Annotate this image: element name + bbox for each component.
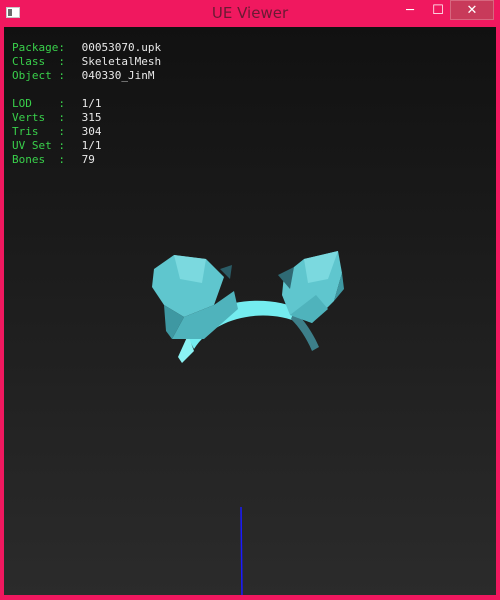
info-value: 1/1 [81,97,102,110]
mesh-info-panel: Package: 00053070.upk Class : SkeletalMe… [12,41,161,167]
info-value: 304 [81,125,102,138]
info-label: Object : [12,69,65,82]
info-verts: Verts : 315 [12,111,161,125]
info-value: 1/1 [81,139,102,152]
info-value: SkeletalMesh [81,55,162,68]
info-label: Bones : [12,153,65,166]
maximize-button[interactable]: ☐ [424,0,452,20]
info-value: 00053070.upk [81,41,162,54]
info-value: 315 [81,111,102,124]
info-label: LOD : [12,97,65,110]
info-label: Verts : [12,111,65,124]
info-uvset: UV Set : 1/1 [12,139,161,153]
minimize-button[interactable]: ─ [396,0,424,20]
info-package: Package: 00053070.upk [12,41,161,55]
info-value: 79 [81,153,95,166]
close-button[interactable]: ✕ [450,0,494,20]
info-value: 040330_JinM [81,69,155,82]
info-label: Tris : [12,125,65,138]
info-label: Class : [12,55,65,68]
info-label: Package: [12,41,65,54]
title-bar[interactable]: UE Viewer ─ ☐ ✕ [0,0,500,26]
info-tris: Tris : 304 [12,125,161,139]
info-bones: Bones : 79 [12,153,161,167]
axis-gizmo [240,507,243,595]
skeletal-mesh-render [152,251,344,363]
info-lod: LOD : 1/1 [12,97,161,111]
info-class: Class : SkeletalMesh [12,55,161,69]
app-window: UE Viewer ─ ☐ ✕ Package: 00053070.upk Cl… [0,0,500,600]
info-object: Object : 040330_JinM [12,69,161,83]
3d-viewport[interactable]: Package: 00053070.upk Class : SkeletalMe… [4,27,496,595]
info-label: UV Set : [12,139,65,152]
